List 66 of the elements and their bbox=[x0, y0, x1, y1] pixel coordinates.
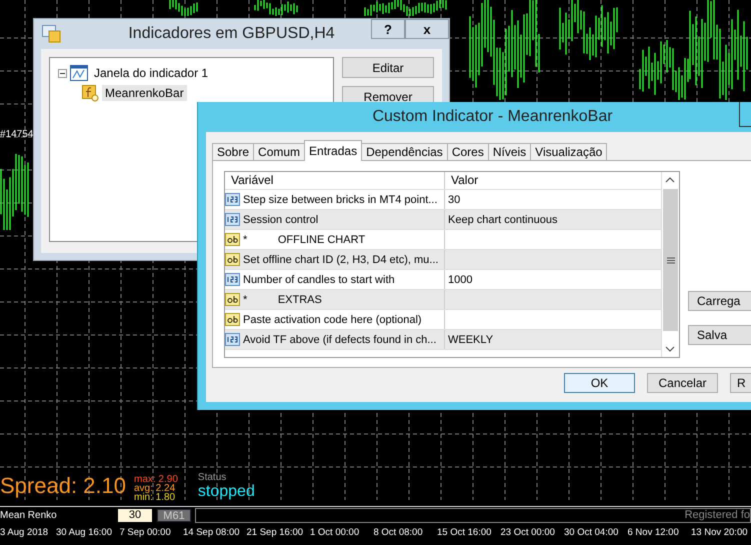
scrollbar-thumb[interactable] bbox=[663, 189, 678, 331]
tree-item[interactable]: MeanrenkoBar bbox=[102, 85, 187, 101]
text-type-icon bbox=[225, 232, 240, 247]
registration-bar: Registered fo bbox=[195, 508, 751, 522]
number-type-icon bbox=[225, 212, 240, 227]
spread-stat: min: 1.80 bbox=[134, 493, 176, 502]
number-type-icon bbox=[225, 272, 240, 287]
variable-name: Paste activation code here (optional) bbox=[243, 314, 422, 326]
window-title: Indicadores em GBPUSD,H4 bbox=[127, 25, 336, 43]
tab[interactable]: Visualização bbox=[530, 143, 608, 160]
column-header[interactable]: Valor bbox=[445, 172, 478, 189]
variable-value[interactable]: 30 bbox=[448, 194, 460, 206]
close-button[interactable]: x bbox=[405, 19, 449, 39]
variable-name: Step size between bricks in MT4 point... bbox=[243, 194, 438, 206]
tree-item[interactable]: Janela do indicador 1 bbox=[91, 65, 212, 81]
text-type-icon bbox=[225, 252, 240, 267]
variable-value[interactable]: Keep chart continuous bbox=[448, 214, 558, 226]
spread-value: Spread: 2.10 bbox=[0, 472, 126, 500]
window-button[interactable]: Editar bbox=[342, 57, 434, 78]
variable-name: Number of candles to start with bbox=[243, 274, 395, 286]
collapse-icon[interactable] bbox=[58, 68, 67, 78]
time-axis-label: 13 Nov 20:00 bbox=[691, 527, 749, 538]
tab[interactable]: Dependências bbox=[361, 143, 448, 160]
time-axis-label: 7 Sep 00:00 bbox=[120, 527, 172, 538]
variable-name: * OFFLINE CHART bbox=[243, 234, 366, 246]
time-axis-label: 21 Sep 16:00 bbox=[246, 527, 304, 538]
text-type-icon bbox=[225, 312, 240, 327]
variable-value[interactable]: WEEKLY bbox=[448, 334, 494, 346]
status-value: stopped bbox=[198, 483, 255, 501]
chart-window-icon bbox=[70, 65, 88, 81]
help-button[interactable]: ? bbox=[371, 19, 405, 39]
period-field[interactable]: 30 bbox=[118, 508, 152, 522]
number-type-icon bbox=[225, 332, 240, 347]
status-label: Status bbox=[198, 472, 228, 483]
variable-name: * EXTRAS bbox=[243, 294, 322, 306]
time-axis-label: 3 Aug 2018 bbox=[0, 527, 50, 538]
time-axis-label: 14 Sep 08:00 bbox=[183, 527, 241, 538]
time-axis-label: 30 Oct 04:00 bbox=[564, 527, 620, 538]
tab[interactable]: Sobre bbox=[212, 143, 254, 160]
variable-name: Session control bbox=[243, 214, 318, 226]
time-axis-label: 6 Nov 12:00 bbox=[628, 527, 680, 538]
time-axis-label: 15 Oct 16:00 bbox=[437, 527, 492, 538]
tab[interactable]: Entradas bbox=[304, 140, 362, 161]
text-type-icon bbox=[225, 292, 240, 307]
dialog-button[interactable]: OK bbox=[564, 373, 635, 393]
side-button[interactable]: Carrega bbox=[688, 291, 751, 311]
variable-name: Avoid TF above (if defects found in ch... bbox=[243, 334, 436, 346]
side-button[interactable]: Salva bbox=[688, 325, 751, 345]
time-axis-label: 23 Oct 00:00 bbox=[500, 527, 556, 538]
time-axis-label: 8 Oct 08:00 bbox=[374, 527, 424, 538]
variable-name: Set offline chart ID (2, H3, D4 etc), mu... bbox=[243, 254, 438, 266]
dialog-button[interactable]: R bbox=[730, 373, 751, 393]
spread-stat: avg: 2.24 bbox=[134, 484, 176, 493]
number-type-icon bbox=[225, 192, 240, 207]
column-header[interactable]: Variável bbox=[225, 172, 445, 189]
dialog-button[interactable]: Cancelar bbox=[647, 373, 718, 393]
time-axis-label: 30 Aug 16:00 bbox=[56, 527, 113, 538]
window-icon[interactable] bbox=[42, 25, 62, 43]
function-icon bbox=[82, 84, 99, 102]
window-title: Custom Indicator - MeanrenkoBar bbox=[371, 108, 614, 126]
variable-value[interactable]: 1000 bbox=[448, 274, 472, 286]
time-axis-label: 1 Oct 00:00 bbox=[310, 527, 360, 538]
spread-stat: max: 2.90 bbox=[134, 475, 178, 484]
price-marker-label: #14754 bbox=[0, 129, 34, 140]
indicator-name: Mean Renko bbox=[0, 510, 58, 520]
grip-icon bbox=[666, 256, 674, 264]
